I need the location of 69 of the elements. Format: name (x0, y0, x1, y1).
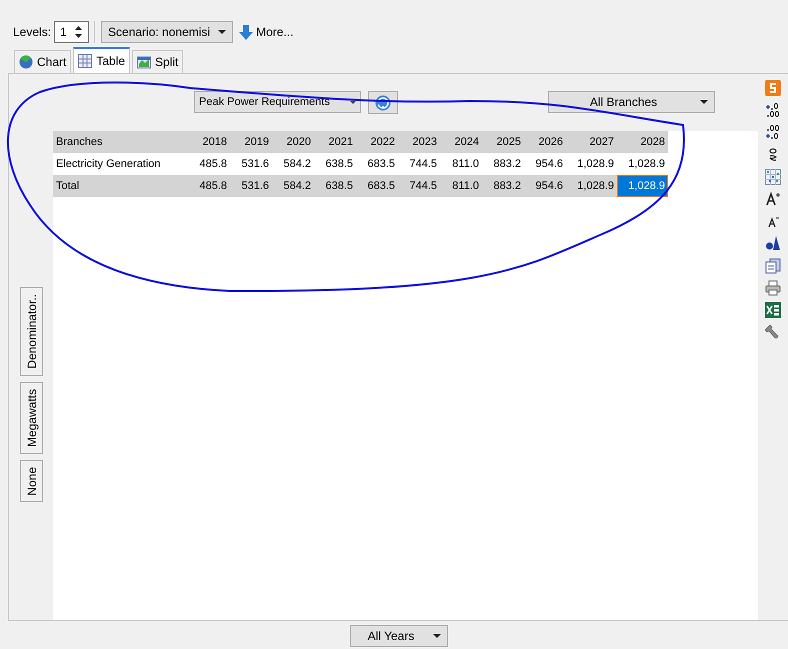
table-cell: 485.8 (188, 175, 230, 197)
column-header: 2021 (314, 131, 356, 153)
spreadsheet-icon[interactable] (765, 302, 781, 318)
column-header: 2019 (230, 131, 272, 153)
units-button[interactable]: Megawatts (20, 382, 43, 454)
caret-icon (350, 100, 356, 104)
table-cell: 1,028.9 (566, 175, 617, 197)
table-cell: 744.5 (398, 153, 440, 175)
column-header: Branches (53, 131, 188, 153)
caret-icon (700, 100, 708, 104)
units-button[interactable]: Denominator.. (20, 287, 43, 376)
table-cell: 683.5 (356, 175, 398, 197)
font-larger-icon[interactable] (765, 190, 781, 207)
report-dropdown[interactable]: Peak Power Requirements (194, 91, 361, 113)
table-cell: 1,028.9 (617, 153, 668, 175)
split-view-icon (137, 55, 152, 69)
levels-label: Levels: (13, 25, 52, 39)
caret-icon (433, 634, 441, 638)
levels-spinner[interactable]: 1 (54, 21, 90, 43)
wrench-icon[interactable] (765, 324, 781, 340)
column-header: 2026 (524, 131, 566, 153)
column-header: 2020 (272, 131, 314, 153)
view-tab[interactable]: Chart (14, 50, 72, 73)
table-cell: Total (53, 175, 188, 197)
table-cell: 638.5 (314, 153, 356, 175)
grid-dots-icon[interactable] (765, 168, 781, 185)
column-header: 2024 (440, 131, 482, 153)
table-cell: 531.6 (230, 175, 272, 197)
decrease-decimal-icon[interactable] (765, 124, 781, 140)
column-header: 2027 (566, 131, 617, 153)
years-dropdown[interactable]: All Years (350, 625, 448, 647)
view-tab[interactable]: Table (73, 47, 130, 73)
grid-icon (78, 54, 92, 68)
table-cell: 638.5 (314, 175, 356, 197)
increase-decimal-icon[interactable] (765, 102, 781, 118)
table-cell: 744.5 (398, 175, 440, 197)
table-cell: 883.2 (482, 175, 524, 197)
table-cell: 584.2 (272, 153, 314, 175)
help-button[interactable] (368, 91, 398, 114)
table-cell: 1,028.9 (617, 175, 668, 197)
table-cell: 531.6 (230, 153, 272, 175)
table-cell: 883.2 (482, 153, 524, 175)
units-button[interactable]: None (20, 460, 43, 502)
down-arrow-icon[interactable] (239, 24, 254, 40)
help-icon (375, 94, 391, 110)
column-header: 2025 (482, 131, 524, 153)
copy-icon[interactable] (765, 258, 781, 274)
column-header: 2022 (356, 131, 398, 153)
view-tab[interactable]: Split (132, 50, 184, 73)
column-header: 2028 (617, 131, 668, 153)
scenario-dropdown[interactable]: Scenario: nonemisi (101, 21, 234, 43)
table-cell: 954.6 (524, 175, 566, 197)
table-cell: 683.5 (356, 153, 398, 175)
column-header: 2018 (188, 131, 230, 153)
table-cell: 1,028.9 (566, 153, 617, 175)
table-cell: 954.6 (524, 153, 566, 175)
pie-chart-icon (19, 55, 33, 69)
table-cell: Electricity Generation (53, 153, 188, 175)
more-link[interactable]: More... (256, 25, 294, 39)
column-header: 2023 (398, 131, 440, 153)
font-style-icon[interactable] (765, 235, 781, 252)
table-cell: 811.0 (440, 175, 482, 197)
letter-s-icon[interactable] (765, 80, 781, 96)
table-cell: 485.8 (188, 153, 230, 175)
table-cell: 811.0 (440, 153, 482, 175)
print-icon[interactable] (765, 280, 781, 296)
caret-icon (218, 30, 226, 34)
branches-dropdown[interactable]: All Branches (548, 91, 715, 113)
table-cell: 584.2 (272, 175, 314, 197)
